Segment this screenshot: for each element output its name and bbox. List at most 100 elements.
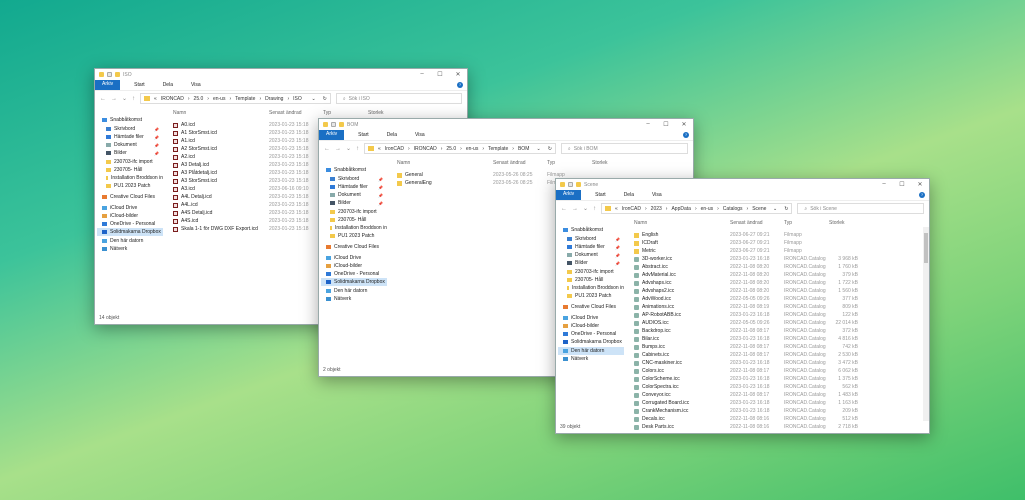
breadcrumb-item[interactable]: 2023 (651, 206, 662, 212)
file-row[interactable]: Cabinets.icc 2022-11-08 08:17 IRONCAD.Ca… (556, 351, 929, 359)
forward-button[interactable]: → (111, 96, 117, 102)
breadcrumb-item[interactable]: Template (235, 96, 255, 102)
close-button[interactable]: ✕ (675, 121, 693, 128)
properties-icon[interactable] (331, 122, 336, 127)
refresh-icon[interactable]: ↻ (784, 206, 788, 212)
address-bar[interactable]: «IronCAD › 2023 › AppData › en-us › Catalogs › Sce… (601, 203, 793, 214)
breadcrumb-item[interactable]: IronCAD (385, 146, 404, 152)
breadcrumb-item[interactable]: IRONCAD (161, 96, 184, 102)
minimize-button[interactable]: – (413, 71, 431, 78)
refresh-icon[interactable]: ↻ (548, 146, 552, 152)
breadcrumb-item[interactable]: 25.0 (446, 146, 456, 152)
tab-3[interactable]: Visa (187, 81, 205, 89)
breadcrumb-item[interactable]: en-us (213, 96, 226, 102)
column-name[interactable]: Namn (634, 220, 647, 226)
column-size[interactable]: Storlek (829, 220, 845, 226)
file-row[interactable]: Animations.icc 2022-11-08 08:19 IRONCAD.… (556, 303, 929, 311)
sidebar-item[interactable]: OneDrive - Personal (321, 270, 387, 278)
column-name[interactable]: Namn (173, 110, 186, 116)
column-name[interactable]: Namn (397, 160, 410, 166)
sidebar-item[interactable]: iCloud Drive (321, 254, 387, 262)
scrollbar-thumb[interactable] (924, 233, 928, 263)
tab-2[interactable]: Dela (383, 131, 401, 139)
back-button[interactable]: ← (324, 146, 330, 152)
file-row[interactable]: AdvWood.icc 2022-05-05 09:26 IRONCAD.Cat… (556, 295, 929, 303)
sidebar-item[interactable]: Nätverk (321, 295, 387, 303)
breadcrumb-item[interactable]: AppData (671, 206, 690, 212)
column-size[interactable]: Storlek (368, 110, 384, 116)
breadcrumb-item[interactable]: 25.0 (194, 96, 204, 102)
recent-dropdown[interactable]: ⌄ (122, 95, 127, 102)
tab-1[interactable]: Start (591, 191, 610, 199)
close-button[interactable]: ✕ (911, 181, 929, 188)
maximize-button[interactable]: ☐ (431, 71, 449, 78)
sidebar-item[interactable]: PU1 2023 Patch (321, 232, 387, 240)
file-row[interactable]: ICDraft 2023-06-27 09:21 Filmapp (556, 239, 929, 247)
column-type[interactable]: Typ (784, 220, 792, 226)
file-row[interactable]: English 2023-06-27 09:21 Filmapp (556, 231, 929, 239)
file-row[interactable]: Bumps.icc 2022-11-08 08:17 IRONCAD.Catal… (556, 343, 929, 351)
file-row[interactable]: Advshaps.icc 2022-11-08 08:20 IRONCAD.Ca… (556, 279, 929, 287)
file-row[interactable]: Decals.icc 2022-11-08 08:16 IRONCAD.Cata… (556, 415, 929, 423)
up-button[interactable]: ↑ (132, 96, 135, 102)
file-row[interactable]: CrankMechanism.icc 2023-01-23 16:18 IRON… (556, 407, 929, 415)
chevron-down-icon[interactable]: ⌄ (537, 146, 541, 152)
tab-3[interactable]: Visa (648, 191, 666, 199)
sidebar-item[interactable]: Den här datorn (97, 237, 163, 245)
chevron-down-icon[interactable]: ⌄ (773, 206, 777, 212)
forward-button[interactable]: → (335, 146, 341, 152)
sidebar-item[interactable]: 230705- Håll (321, 216, 387, 224)
breadcrumb-item[interactable]: IronCAD (622, 206, 641, 212)
refresh-icon[interactable]: ↻ (323, 96, 327, 102)
column-date[interactable]: Senast ändrad (493, 160, 526, 166)
file-row[interactable]: ColorSpectra.icc 2023-01-23 16:18 IRONCA… (556, 383, 929, 391)
search-input[interactable]: ⌕ Sök i ISO (335, 93, 462, 104)
file-row[interactable]: Colors.icc 2022-11-08 08:17 IRONCAD.Cata… (556, 367, 929, 375)
file-row[interactable]: Abstract.icc 2022-11-08 08:20 IRONCAD.Ca… (556, 263, 929, 271)
sidebar-item[interactable]: Den här datorn (321, 287, 387, 295)
help-icon[interactable]: ? (919, 192, 925, 198)
tab-0[interactable]: Arkiv (319, 130, 345, 140)
file-row[interactable]: Metric 2023-06-27 09:21 Filmapp (556, 247, 929, 255)
breadcrumb-item[interactable]: en-us (701, 206, 714, 212)
vertical-scrollbar[interactable] (923, 227, 929, 421)
tab-3[interactable]: Visa (411, 131, 429, 139)
breadcrumb-item[interactable]: BOM (518, 146, 529, 152)
search-input[interactable]: ⌕ Sök i Scene (797, 203, 924, 214)
minimize-button[interactable]: – (639, 121, 657, 128)
close-button[interactable]: ✕ (449, 71, 467, 78)
new-folder-icon[interactable] (576, 182, 581, 187)
properties-icon[interactable] (107, 72, 112, 77)
column-type[interactable]: Typ (547, 160, 555, 166)
new-folder-icon[interactable] (115, 72, 120, 77)
recent-dropdown[interactable]: ⌄ (583, 205, 588, 212)
search-input[interactable]: ⌕ Sök i BOM (560, 143, 688, 154)
file-row[interactable]: AdvMaterial.icc 2022-11-08 08:20 IRONCAD… (556, 271, 929, 279)
sidebar-item[interactable]: iCloud-bilder (321, 262, 387, 270)
file-row[interactable]: AP-RobotABB.icc 2023-01-23 16:18 IRONCAD… (556, 311, 929, 319)
tab-2[interactable]: Dela (620, 191, 638, 199)
back-button[interactable]: ← (100, 96, 106, 102)
recent-dropdown[interactable]: ⌄ (346, 145, 351, 152)
breadcrumb-item[interactable]: Scene (752, 206, 766, 212)
file-row[interactable]: Bilar.icc 2023-01-23 16:18 IRONCAD.Catal… (556, 335, 929, 343)
chevron-down-icon[interactable]: ⌄ (311, 96, 315, 102)
file-row[interactable]: CNC-maskiner.icc 2023-01-23 16:18 IRONCA… (556, 359, 929, 367)
tab-1[interactable]: Start (354, 131, 373, 139)
maximize-button[interactable]: ☐ (893, 181, 911, 188)
help-icon[interactable]: ? (683, 132, 689, 138)
address-bar[interactable]: «IronCAD › IRONCAD › 25.0 › en-us › Template › BOM… (364, 143, 556, 154)
breadcrumb-item[interactable]: ISO (293, 96, 302, 102)
file-row[interactable]: 3D-worker.icc 2023-01-23 16:18 IRONCAD.C… (556, 255, 929, 263)
column-size[interactable]: Storlek (592, 160, 608, 166)
sidebar-item[interactable]: Dokument 📌 (321, 191, 387, 199)
address-bar[interactable]: «IRONCAD › 25.0 › en-us › Template › Drawing › ISO… (140, 93, 331, 104)
breadcrumb-item[interactable]: Drawing (265, 96, 283, 102)
help-icon[interactable]: ? (457, 82, 463, 88)
new-folder-icon[interactable] (339, 122, 344, 127)
tab-2[interactable]: Dela (159, 81, 177, 89)
file-row[interactable]: Corrugated Board.icc 2023-01-23 16:18 IR… (556, 399, 929, 407)
sidebar-item[interactable]: 230703-ifc import (321, 208, 387, 216)
sidebar-item[interactable]: Bilder 📌 (321, 199, 387, 207)
column-type[interactable]: Typ (323, 110, 331, 116)
